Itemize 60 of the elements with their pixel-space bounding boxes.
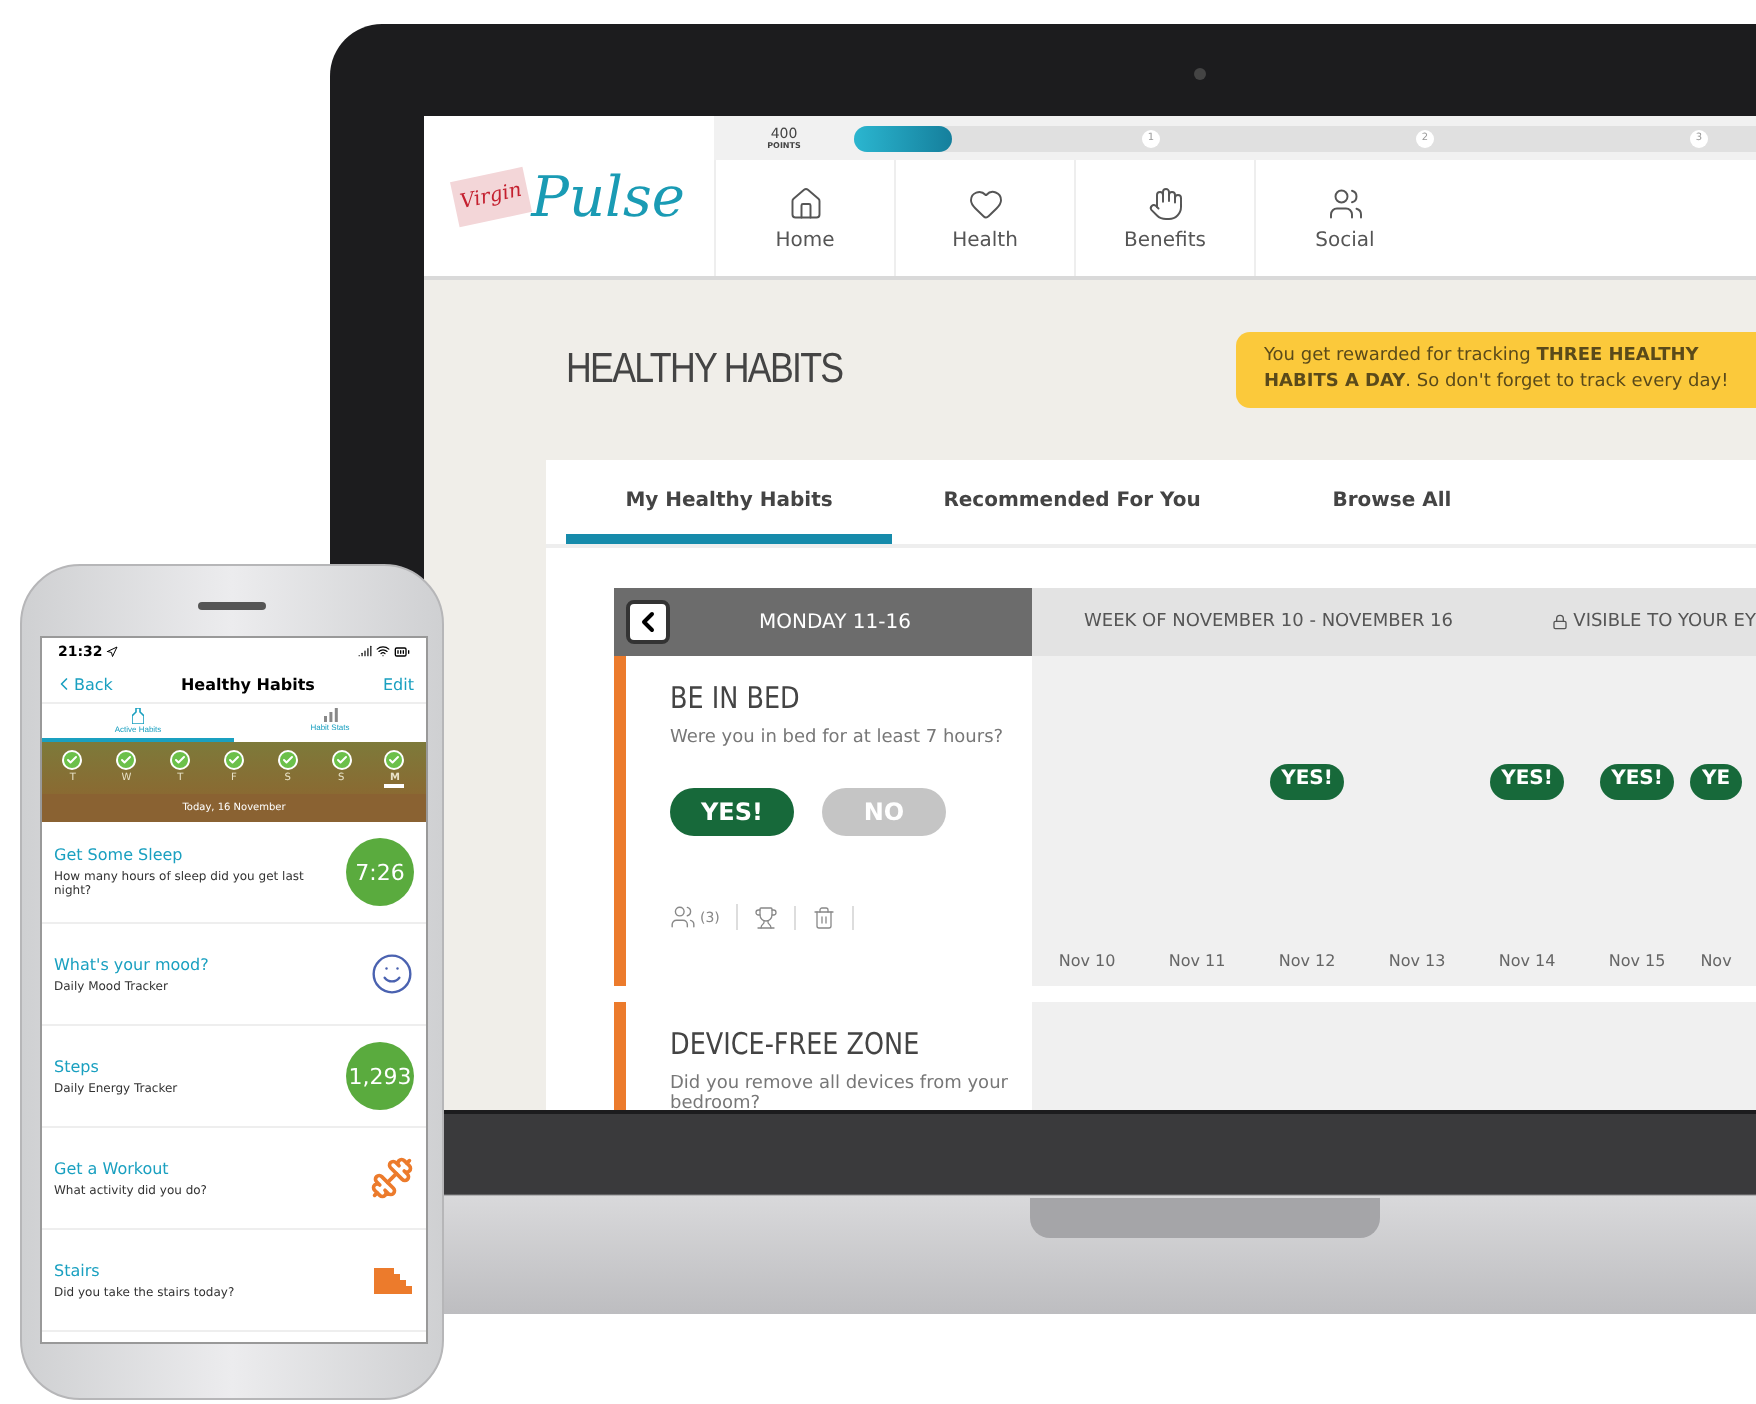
- people-icon: [670, 904, 696, 930]
- day-label: Nov: [1700, 952, 1732, 970]
- page-title: HEALTHY HABITS: [566, 346, 843, 394]
- dumbbell-icon: [370, 1156, 414, 1200]
- value-badge: 7:26: [346, 838, 414, 906]
- tab[interactable]: My Healthy Habits: [566, 460, 892, 544]
- day-label: Nov 10: [1058, 952, 1116, 970]
- nav-item[interactable]: Home: [714, 160, 894, 276]
- habit-title: DEVICE-FREE ZONE: [670, 1026, 922, 1062]
- habit-question: Did you remove all devices from your bedroom?: [670, 1074, 1010, 1110]
- lock-icon: [1551, 614, 1568, 630]
- day-label: Nov 11: [1168, 952, 1226, 970]
- habit-title: What's your mood?: [54, 955, 211, 973]
- nav-item[interactable]: Health: [894, 160, 1074, 276]
- yes-marker: YES!: [1489, 764, 1565, 800]
- day-label: Nov 14: [1498, 952, 1556, 970]
- trophy-icon: [753, 905, 778, 929]
- bottle-icon: [132, 708, 144, 724]
- camera-dot: [1194, 68, 1206, 80]
- logo-text: Pulse: [531, 163, 685, 229]
- tab[interactable]: Browse All: [1252, 460, 1532, 544]
- habit-title: Get a Workout: [54, 1159, 171, 1177]
- value-badge: 1,293: [346, 1042, 414, 1110]
- stairs-icon: [370, 1264, 414, 1296]
- trash-icon: [811, 905, 836, 929]
- reward-banner: You get rewarded for tracking THREE HEALTHY HABITS A DAY. So don't forget to track every day!: [1236, 331, 1756, 409]
- smiley-icon: [370, 952, 414, 996]
- wifi-icon: [376, 644, 390, 658]
- logo-text: Virgin: [449, 165, 532, 227]
- habit-title: Stairs: [54, 1261, 102, 1279]
- nav-item[interactable]: Social: [1254, 160, 1434, 276]
- yes-marker: YE: [1689, 764, 1743, 800]
- habit-title: BE IN BED: [670, 680, 802, 716]
- location-icon: [106, 646, 119, 658]
- habit-title: Steps: [54, 1057, 101, 1075]
- people-icon: [1327, 185, 1363, 221]
- day-label: Nov 12: [1278, 952, 1336, 970]
- house-icon: [787, 185, 823, 221]
- tab[interactable]: Recommended For You: [892, 460, 1252, 544]
- privacy-label: VISIBLE TO YOUR EY: [1573, 612, 1756, 632]
- heart-icon: [967, 185, 1003, 221]
- yes-marker: YES!: [1269, 764, 1345, 800]
- nav-item[interactable]: Benefits: [1074, 160, 1254, 276]
- signal-icon: [358, 644, 372, 658]
- delete-button[interactable]: [811, 905, 854, 929]
- bar-chart-icon: [323, 708, 337, 722]
- yes-button[interactable]: YES!: [670, 788, 794, 836]
- back-button[interactable]: [626, 600, 670, 644]
- speaker-grille: [198, 602, 266, 610]
- yes-marker: YES!: [1599, 764, 1675, 800]
- hand-icon: [1147, 185, 1183, 221]
- screen-title: Healthy Habits: [180, 675, 315, 693]
- week-label: WEEK OF NOVEMBER 10 - NOVEMBER 16: [1084, 612, 1454, 632]
- habit-title: Get Some Sleep: [54, 846, 185, 864]
- battery-icon: [394, 644, 410, 660]
- day-label: MONDAY 11-16: [757, 611, 913, 633]
- day-label: Nov 15: [1608, 952, 1666, 970]
- day-label: Nov 13: [1388, 952, 1446, 970]
- trophy-button[interactable]: [753, 905, 796, 929]
- habit-question: Were you in bed for at least 7 hours?: [670, 728, 1006, 748]
